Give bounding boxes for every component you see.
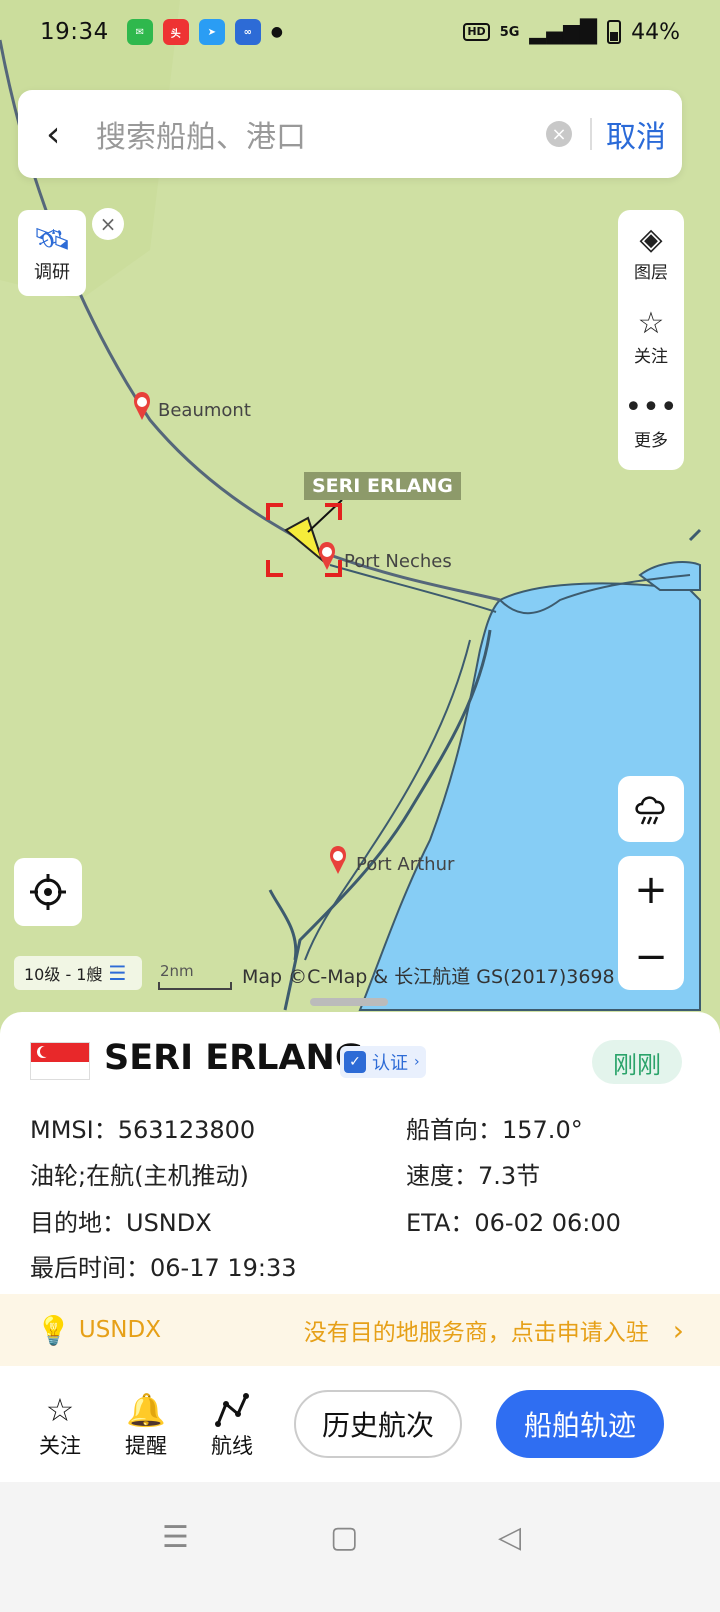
destination-value: USNDX (126, 1209, 212, 1237)
speed-value: 7.3节 (478, 1162, 541, 1190)
map-copyright: Map ©C-Map & 长江航道 GS(2017)3698 (242, 966, 615, 988)
verify-badge[interactable]: ✓ 认证 › (340, 1046, 426, 1078)
mmsi-row: MMSI：563123800 (30, 1110, 255, 1145)
zoom-in-icon[interactable]: + (634, 867, 668, 913)
route-button[interactable]: 航线 (202, 1390, 262, 1460)
crosshair-icon (30, 874, 66, 910)
place-label-port-arthur[interactable]: Port Arthur (356, 854, 454, 875)
star-outline-icon: ☆ (45, 1391, 75, 1429)
heading-value: 157.0° (502, 1116, 583, 1144)
close-survey-icon[interactable]: × (92, 208, 124, 240)
system-nav-bar: ☰ ▢ ◁ (0, 1482, 720, 1612)
search-separator (590, 118, 592, 150)
weather-button[interactable] (618, 776, 684, 842)
last-time-label: 最后时间： (30, 1254, 150, 1282)
list-icon: ☰ (108, 961, 127, 985)
follow-label: 关注 (39, 1434, 81, 1458)
place-label-beaumont[interactable]: Beaumont (158, 400, 251, 421)
verify-chevron-icon: › (414, 1054, 420, 1070)
route-label: 航线 (211, 1434, 253, 1458)
notification-icons: ✉ 头 ➤ ∞ ● (126, 19, 284, 45)
last-time-value: 06-17 19:33 (150, 1254, 297, 1282)
satellite-icon: 🛰 (32, 222, 72, 257)
bulb-icon: 💡 (36, 1313, 71, 1347)
notice-message: 没有目的地服务商，点击申请入驻 (303, 1320, 649, 1346)
more-notifications-dot-icon: ● (270, 24, 284, 40)
network-type: 5G (499, 24, 520, 40)
more-button[interactable]: ••• 更多 (624, 378, 677, 462)
ship-track-button[interactable]: 船舶轨迹 (496, 1390, 664, 1458)
follow-map-button[interactable]: ☆ 关注 (634, 294, 668, 378)
back-icon[interactable]: ‹ (46, 114, 86, 155)
speed-row: 速度：7.3节 (406, 1156, 540, 1191)
speed-label: 速度： (406, 1162, 478, 1190)
status-time: 19:34 (40, 19, 109, 45)
heading-row: 船首向：157.0° (406, 1110, 583, 1145)
signal-icon: ▂▄▆█ (529, 19, 598, 45)
last-time-row: 最后时间：06-17 19:33 (30, 1248, 297, 1283)
search-input[interactable]: 搜索船舶、港口 (96, 112, 546, 156)
back-nav-icon[interactable]: ◁ (498, 1520, 521, 1555)
cancel-button[interactable]: 取消 (606, 112, 666, 156)
verify-label: 认证 (372, 1053, 408, 1074)
level-text: 10级 - 1艘 (24, 965, 103, 984)
battery-percent: 44% (631, 19, 680, 45)
chevron-right-icon: › (672, 1313, 684, 1347)
clear-icon[interactable]: × (546, 121, 572, 147)
mmsi-value: 563123800 (117, 1116, 256, 1144)
follow-map-label: 关注 (634, 346, 668, 367)
verify-check-icon: ✓ (344, 1051, 366, 1073)
menu-nav-icon[interactable]: ☰ (162, 1520, 189, 1555)
survey-label: 调研 (34, 262, 70, 283)
search-bar: ‹ 搜索船舶、港口 × 取消 (18, 90, 682, 178)
remind-label: 提醒 (125, 1434, 167, 1458)
star-icon: ☆ (637, 305, 665, 341)
route-icon (215, 1393, 249, 1427)
update-time-badge: 刚刚 (592, 1040, 682, 1084)
eta-row: ETA：06-02 06:00 (406, 1203, 621, 1238)
destination-notice[interactable]: 💡 USNDX 没有目的地服务商，点击申请入驻 › (0, 1294, 720, 1366)
notice-code: USNDX (78, 1317, 161, 1343)
scale-bar (158, 982, 232, 990)
ship-name: SERI ERLANG (104, 1038, 364, 1078)
status-right: HD 5G ▂▄▆█ 44% (463, 20, 680, 45)
locate-button[interactable] (14, 858, 82, 926)
history-voyage-button[interactable]: 历史航次 (294, 1390, 462, 1458)
destination-row: 目的地：USNDX (30, 1203, 212, 1238)
singapore-flag-icon (30, 1042, 90, 1080)
bell-icon: 🔔 (126, 1391, 166, 1429)
message-app-icon: ✉ (126, 19, 153, 45)
more-icon: ••• (624, 389, 678, 425)
follow-button[interactable]: ☆ 关注 (30, 1390, 90, 1460)
news-app-icon: 头 (162, 19, 189, 45)
mmsi-label: MMSI： (30, 1116, 118, 1144)
status-bar: 19:34 ✉ 头 ➤ ∞ ● HD 5G ▂▄▆█ 44% (0, 0, 720, 64)
sheet-drag-handle[interactable] (310, 998, 388, 1006)
rain-cloud-icon (635, 796, 665, 825)
zoom-level-indicator[interactable]: 10级 - 1艘 ☰ (14, 956, 142, 990)
zoom-out-icon[interactable]: − (634, 934, 668, 980)
action-bar: ☆ 关注 🔔 提醒 航线 历史航次 船舶轨迹 (0, 1372, 720, 1482)
more-label: 更多 (634, 430, 668, 451)
place-label-port-neches[interactable]: Port Neches (344, 551, 452, 572)
home-nav-icon[interactable]: ▢ (330, 1520, 358, 1555)
survey-button[interactable]: 🛰 调研 (18, 210, 86, 296)
layers-icon: ◈ (639, 221, 663, 257)
cloud-app-icon: ∞ (234, 19, 261, 45)
hd-icon: HD (463, 23, 490, 41)
heading-label: 船首向： (406, 1116, 502, 1144)
ship-map-label[interactable]: SERI ERLANG (304, 472, 461, 500)
eta-value: 06-02 06:00 (474, 1209, 621, 1237)
scale-text: 2nm (160, 962, 194, 980)
remind-button[interactable]: 🔔 提醒 (116, 1390, 176, 1460)
layers-label: 图层 (634, 262, 668, 283)
map-tools-panel: ◈ 图层 ☆ 关注 ••• 更多 (618, 210, 684, 470)
destination-label: 目的地： (30, 1209, 126, 1237)
ship-status: 油轮;在航(主机推动) (30, 1162, 249, 1190)
telegram-app-icon: ➤ (198, 19, 225, 45)
zoom-control: + − (618, 856, 684, 990)
eta-label: ETA： (406, 1209, 475, 1237)
battery-icon (607, 20, 622, 44)
layers-button[interactable]: ◈ 图层 (634, 210, 668, 294)
